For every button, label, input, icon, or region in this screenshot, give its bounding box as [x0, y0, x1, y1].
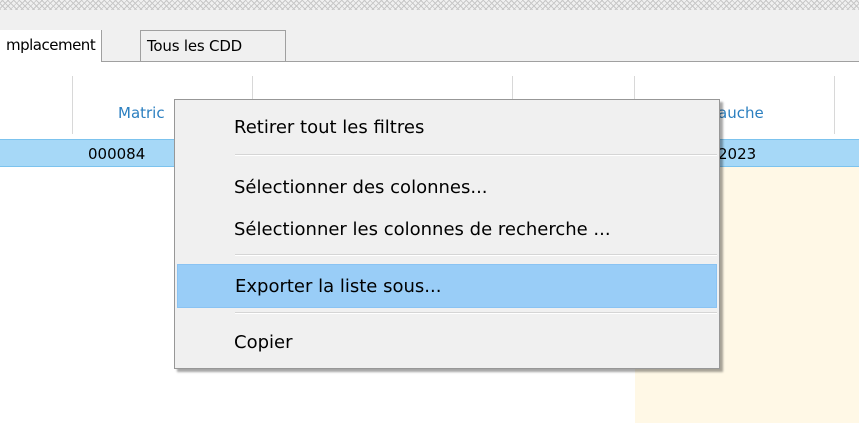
cell-date-embauche: 2023: [718, 145, 757, 163]
tab-tous-les-cdd[interactable]: Tous les CDD: [140, 30, 286, 61]
tab-bar: [0, 10, 859, 62]
cell-matricule: 000084: [88, 145, 146, 163]
menu-separator: [235, 154, 717, 156]
tab-remplacement[interactable]: mplacement: [0, 30, 103, 62]
column-header-matricule[interactable]: Matric: [118, 104, 165, 122]
column-divider[interactable]: [72, 76, 73, 134]
menu-separator: [235, 254, 717, 256]
menu-item-retirer-filtres[interactable]: Retirer tout les filtres: [177, 106, 717, 150]
column-divider[interactable]: [834, 76, 835, 134]
menu-item-colonnes-recherche[interactable]: Sélectionner les colonnes de recherche .…: [177, 208, 717, 252]
menu-item-copier[interactable]: Copier: [177, 321, 717, 365]
splitter-grip[interactable]: [0, 0, 859, 10]
menu-separator: [235, 312, 717, 314]
menu-item-selectionner-colonnes[interactable]: Sélectionner des colonnes...: [177, 166, 717, 210]
menu-item-exporter-liste[interactable]: Exporter la liste sous...: [177, 264, 717, 308]
context-menu: Retirer tout les filtres Sélectionner de…: [174, 99, 720, 369]
column-header-date-embauche[interactable]: auche: [718, 104, 764, 122]
